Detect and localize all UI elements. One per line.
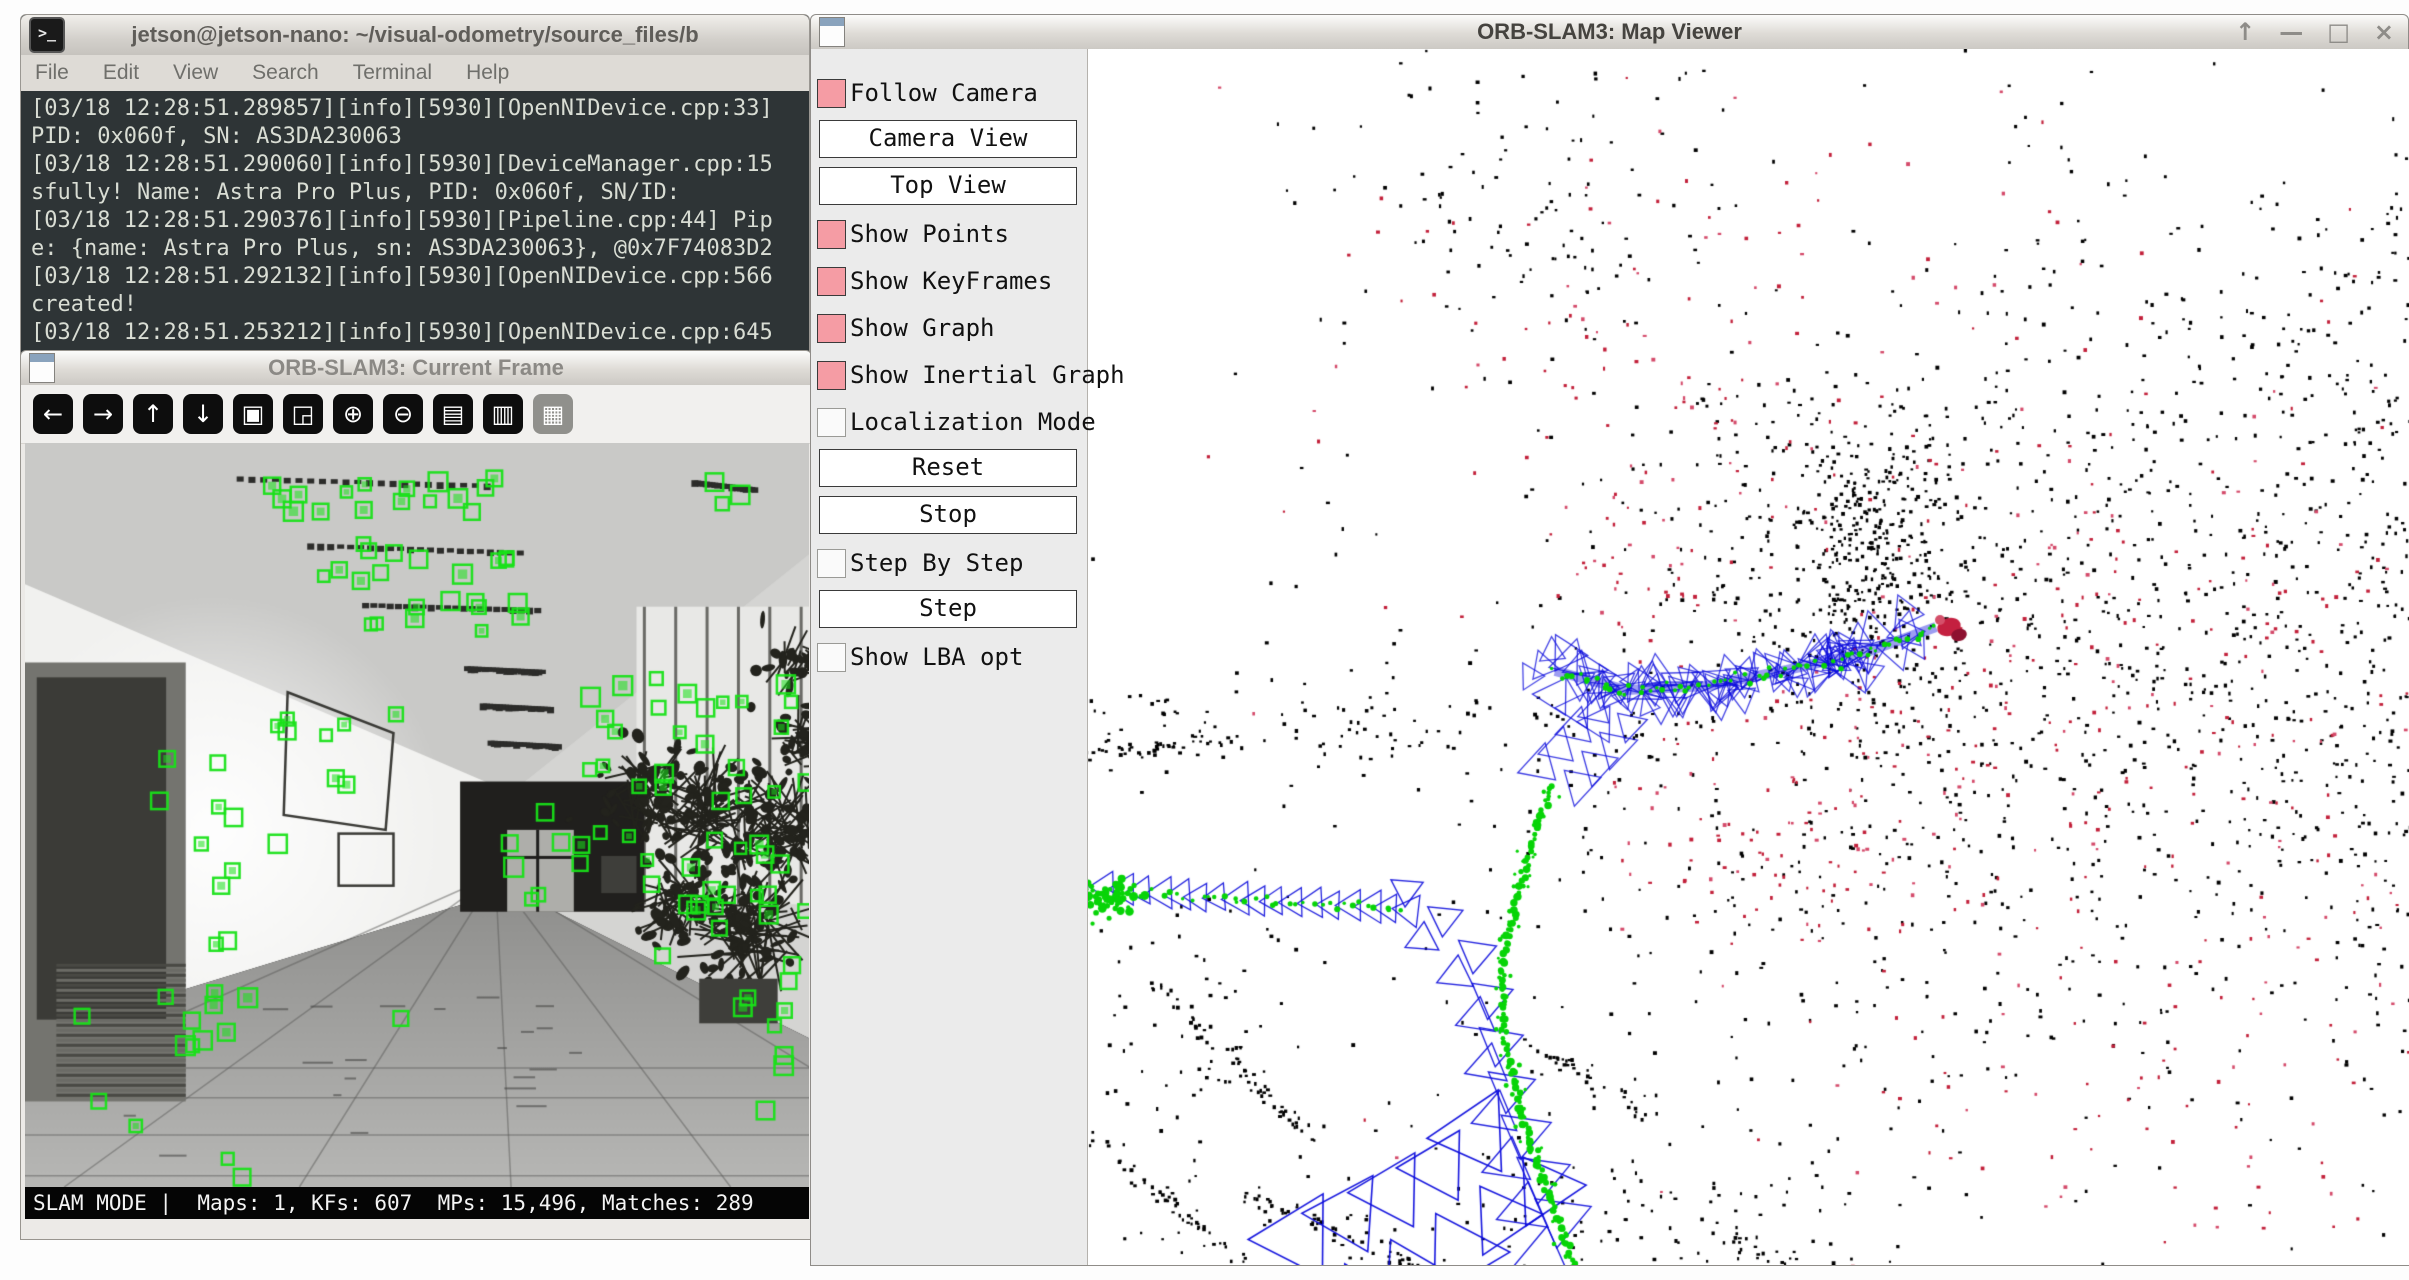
up-icon[interactable]: ↑ (133, 394, 173, 434)
terminal-line: [03/18 12:28:51.253212][info][5930][Open… (31, 319, 799, 347)
checkbox-box[interactable] (817, 361, 846, 390)
shade-button[interactable]: ↑ (2235, 15, 2255, 49)
menu-item-search[interactable]: Search (252, 61, 319, 85)
map-3d-view[interactable] (1087, 49, 2409, 1265)
checkbox-box[interactable] (817, 220, 846, 249)
map-viewer-titlebar[interactable]: ORB-SLAM3: Map Viewer ↑ — □ × (811, 15, 2408, 50)
image-icon[interactable]: ▣ (233, 394, 273, 434)
menu-item-file[interactable]: File (35, 61, 69, 85)
checkbox-label: Show KeyFrames (850, 267, 1052, 295)
checkbox-box[interactable] (817, 267, 846, 296)
slam-status-bar: SLAM MODE | Maps: 1, KFs: 607 MPs: 15,49… (25, 1187, 809, 1219)
panel-checkbox-show-points[interactable]: Show Points (817, 214, 1009, 254)
panel-checkbox-localization-mode[interactable]: Localization Mode (817, 402, 1096, 442)
map-viewer-title: ORB-SLAM3: Map Viewer (811, 19, 2408, 45)
terminal-line: [03/18 12:28:51.290060][info][5930][Devi… (31, 151, 799, 179)
terminal-line: created! (31, 291, 799, 319)
down-icon[interactable]: ↓ (183, 394, 223, 434)
panel-button-reset[interactable]: Reset (819, 449, 1077, 487)
checkbox-box[interactable] (817, 79, 846, 108)
menu-item-terminal[interactable]: Terminal (353, 61, 432, 85)
checkbox-label: Show Graph (850, 314, 995, 342)
minimize-button[interactable]: — (2279, 15, 2303, 49)
checkbox-label: Show Inertial Graph (850, 361, 1125, 389)
terminal-line: [03/18 12:28:51.292132][info][5930][Open… (31, 263, 799, 291)
current-frame-window: ORB-SLAM3: Current Frame ←→↑↓▣◲⊕⊖▤▥▦ SLA… (20, 350, 812, 1240)
camera-frame-view (25, 443, 809, 1187)
camera-frame-image (25, 443, 809, 1187)
zoom-in-icon[interactable]: ⊕ (333, 394, 373, 434)
current-frame-title: ORB-SLAM3: Current Frame (21, 355, 811, 381)
panel-checkbox-step-by-step[interactable]: Step By Step (817, 543, 1023, 583)
menu-item-help[interactable]: Help (466, 61, 509, 85)
checkbox-box[interactable] (817, 549, 846, 578)
panel-checkbox-show-graph[interactable]: Show Graph (817, 308, 995, 348)
image-toolbar: ←→↑↓▣◲⊕⊖▤▥▦ (21, 385, 811, 444)
panel-button-step[interactable]: Step (819, 590, 1077, 628)
panel-button-camera-view[interactable]: Camera View (819, 120, 1077, 158)
menu-item-edit[interactable]: Edit (103, 61, 139, 85)
zoom-region-icon[interactable]: ◲ (283, 394, 323, 434)
back-icon[interactable]: ← (33, 394, 73, 434)
terminal-line: PID: 0x060f, SN: AS3DA230063 (31, 123, 799, 151)
window-controls: ↑ — □ × (2235, 15, 2394, 49)
checkbox-label: Show Points (850, 220, 1009, 248)
current-frame-titlebar[interactable]: ORB-SLAM3: Current Frame (21, 351, 811, 386)
pangolin-panel: Follow Camera Camera View Top View Show Poi… (811, 49, 1088, 1265)
maximize-button[interactable]: □ (2327, 15, 2350, 49)
save-icon[interactable]: ▤ (433, 394, 473, 434)
terminal-menubar: File Edit View Search Terminal Help (21, 55, 809, 91)
terminal-titlebar[interactable]: >_ jetson@jetson-nano: ~/visual-odometry… (21, 15, 809, 56)
panel-checkbox-show-inertial-graph[interactable]: Show Inertial Graph (817, 355, 1125, 395)
checkbox-label: Step By Step (850, 549, 1023, 577)
close-button[interactable]: × (2374, 15, 2394, 49)
checkbox-label: Follow Camera (850, 79, 1038, 107)
panel-checkbox-follow-camera[interactable]: Follow Camera (817, 73, 1038, 113)
checkbox-box[interactable] (817, 408, 846, 437)
panel-checkbox-show-keyframes[interactable]: Show KeyFrames (817, 261, 1052, 301)
terminal-icon: >_ (29, 17, 65, 53)
terminal-line: [03/18 12:28:51.289857][info][5930][Open… (31, 95, 799, 123)
window-icon (29, 353, 55, 383)
desktop: >_ jetson@jetson-nano: ~/visual-odometry… (0, 0, 2409, 1280)
forward-icon[interactable]: → (83, 394, 123, 434)
menu-item-view[interactable]: View (173, 61, 218, 85)
checkbox-label: Localization Mode (850, 408, 1096, 436)
terminal-line: sfully! Name: Astra Pro Plus, PID: 0x060… (31, 179, 799, 207)
panel-checkbox-show-lba-opt[interactable]: Show LBA opt (817, 637, 1023, 677)
terminal-line: [03/18 12:28:51.290376][info][5930][Pipe… (31, 207, 799, 235)
zoom-out-icon[interactable]: ⊖ (383, 394, 423, 434)
checkbox-box[interactable] (817, 643, 846, 672)
terminal-line: e: {name: Astra Pro Plus, sn: AS3DA23006… (31, 235, 799, 263)
checkbox-box[interactable] (817, 314, 846, 343)
terminal-title: jetson@jetson-nano: ~/visual-odometry/so… (21, 22, 809, 48)
window-icon (819, 17, 845, 47)
clipboard-icon[interactable]: ▥ (483, 394, 523, 434)
panel-button-top-view[interactable]: Top View (819, 167, 1077, 205)
panel-button-stop[interactable]: Stop (819, 496, 1077, 534)
printer-icon[interactable]: ▦ (533, 394, 573, 434)
map-viewer-window: ORB-SLAM3: Map Viewer ↑ — □ × Follow Camera… (810, 14, 2409, 1266)
checkbox-label: Show LBA opt (850, 643, 1023, 671)
